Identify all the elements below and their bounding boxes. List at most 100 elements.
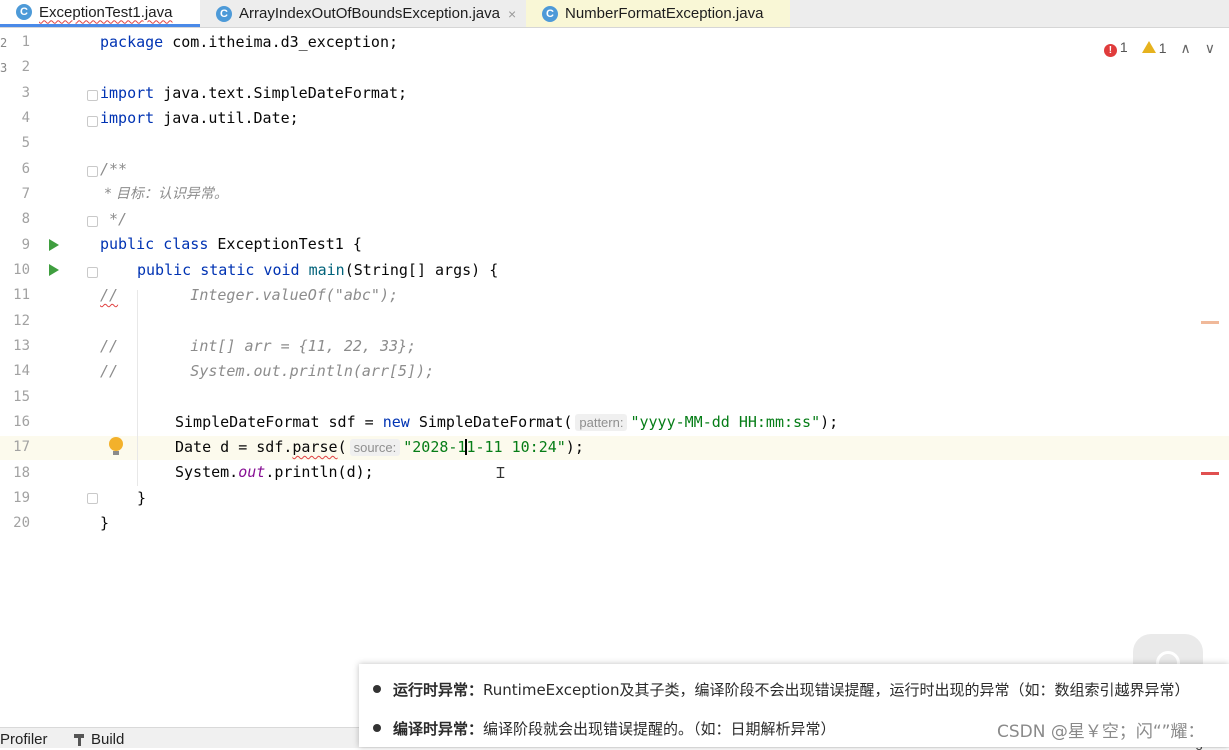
fold-marker-icon[interactable] — [87, 493, 98, 504]
scrollbar-error-mark[interactable] — [1201, 472, 1219, 475]
lightbulb-icon[interactable] — [109, 437, 123, 455]
line-number: 6 — [21, 161, 30, 177]
line-number: 13 — [13, 338, 30, 354]
watermark: CSDN @星￥空；闪“”耀： — [997, 722, 1205, 742]
string-literal: "2028-1 — [403, 438, 467, 456]
caption-row: 编译时异常：编译阶段就会出现错误提醒的。（如：日期解析异常） — [373, 718, 836, 739]
code-line-17[interactable]: Date d = sdf.parse(source: "2028-11-11 10… — [175, 437, 584, 458]
warning-count[interactable]: 1 — [1141, 40, 1167, 56]
error-count[interactable]: ! 1 — [1103, 39, 1128, 57]
code-line-4[interactable]: import java.util.Date; — [100, 108, 299, 128]
line-number: 1 — [21, 34, 30, 50]
line-number: 4 — [21, 110, 30, 126]
code-text: System. — [175, 463, 239, 481]
code-text: java.util.Date; — [154, 109, 299, 127]
line-number: 2 — [21, 59, 30, 75]
fold-marker-icon[interactable] — [87, 267, 98, 278]
build-tool-button[interactable]: Build — [74, 731, 124, 748]
string-literal: 1-11 10:24" — [466, 438, 566, 456]
tab-arrayindexoutofboundsexception[interactable]: C ArrayIndexOutOfBoundsException.java × — [200, 0, 526, 27]
line-number: 8 — [21, 211, 30, 227]
build-label: Build — [91, 731, 125, 748]
code-text: ); — [565, 438, 584, 456]
indent-guide — [137, 290, 138, 486]
line-number: 14 — [13, 363, 30, 379]
tab-exceptiontest1[interactable]: C ExceptionTest1.java — [0, 0, 200, 27]
line-number: 9 — [21, 237, 30, 253]
tab-label: ExceptionTest1.java — [39, 3, 173, 21]
method-name: main — [308, 261, 345, 279]
method-call: parse — [292, 438, 338, 456]
code-text: ExceptionTest1 { — [208, 235, 362, 253]
run-main-icon[interactable] — [49, 264, 59, 276]
line-number: 5 — [21, 135, 30, 151]
string-literal: "yyyy-MM-dd HH:mm:ss" — [630, 413, 821, 431]
code-line-11[interactable]: // Integer.valueOf("abc"); — [100, 285, 398, 305]
comment-prefix: // — [100, 362, 119, 380]
code-text: java.text.SimpleDateFormat; — [154, 84, 408, 102]
fold-marker-icon[interactable] — [87, 90, 98, 101]
keyword: import — [100, 109, 155, 127]
code-text: SimpleDateFormat sdf = — [175, 413, 383, 431]
code-line-7[interactable]: * 目标：认识异常。 — [100, 184, 227, 204]
hammer-icon — [74, 734, 86, 746]
warning-count-value: 1 — [1158, 40, 1167, 56]
keyword: public class — [100, 235, 209, 253]
code-line-14[interactable]: // System.out.println(arr[5]); — [100, 361, 434, 381]
run-class-icon[interactable] — [49, 239, 59, 251]
line-number: 12 — [13, 313, 30, 329]
code-text: .println(d); — [265, 463, 374, 481]
fold-marker-icon[interactable] — [87, 166, 98, 177]
warning-icon — [1141, 41, 1156, 53]
comment-prefix: // — [100, 286, 119, 304]
keyword: package — [100, 33, 164, 51]
comment-text: System.out.println(arr[5]); — [118, 362, 435, 380]
line-number: 16 — [13, 414, 30, 430]
caption-row: 运行时异常：RuntimeException及其子类，编译阶段不会出现错误提醒，… — [373, 679, 1190, 700]
side-mark: 3 — [0, 61, 8, 75]
code-text: SimpleDateFormat( — [409, 413, 573, 431]
fold-marker-icon[interactable] — [87, 116, 98, 127]
fold-marker-icon[interactable] — [87, 216, 98, 227]
code-text: (String[] args) { — [344, 261, 499, 279]
mouse-ibeam-cursor: Ｉ — [493, 464, 509, 482]
tab-label: ArrayIndexOutOfBoundsException.java — [239, 5, 500, 22]
line-number: 3 — [21, 85, 30, 101]
code-line-6[interactable]: /** — [100, 159, 127, 179]
code-line-19[interactable]: } — [137, 488, 146, 508]
chevron-up-icon[interactable]: ∧ — [1181, 40, 1191, 57]
scrollbar-warning-mark[interactable] — [1201, 321, 1219, 324]
keyword: import — [100, 84, 155, 102]
line-number: 15 — [13, 389, 30, 405]
code-line-1[interactable]: package com.itheima.d3_exception; — [100, 32, 398, 52]
profiler-tool-button[interactable]: Profiler — [0, 731, 48, 748]
static-field: out — [238, 463, 266, 481]
caption-title: 运行时异常： — [393, 681, 484, 699]
error-count-value: 1 — [1119, 39, 1128, 55]
code-text: Date d = sdf. — [175, 438, 293, 456]
code-line-10[interactable]: public static void main(String[] args) { — [137, 260, 498, 280]
code-line-18[interactable]: System.out.println(d); — [175, 462, 374, 482]
code-line-13[interactable]: // int[] arr = {11, 22, 33}; — [100, 336, 416, 356]
class-icon: C — [542, 5, 558, 22]
close-icon[interactable]: × — [508, 6, 516, 22]
keyword: public static void — [137, 261, 300, 279]
line-number: 7 — [21, 186, 30, 202]
code-line-9[interactable]: public class ExceptionTest1 { — [100, 234, 362, 254]
parameter-hint: pattern: — [575, 414, 628, 431]
caption-title: 编译时异常： — [393, 720, 484, 738]
code-line-3[interactable]: import java.text.SimpleDateFormat; — [100, 83, 407, 103]
tab-numberformatexception[interactable]: C NumberFormatException.java — [526, 0, 790, 27]
chevron-down-icon[interactable]: ∨ — [1205, 40, 1215, 57]
code-line-16[interactable]: SimpleDateFormat sdf = new SimpleDateFor… — [175, 412, 838, 433]
caption-text: 编译阶段就会出现错误提醒的。（如：日期解析异常） — [483, 720, 836, 738]
keyword: new — [382, 413, 410, 431]
line-number: 19 — [13, 490, 30, 506]
code-text: ( — [337, 438, 347, 456]
bullet-icon — [373, 685, 381, 693]
caption-text: RuntimeException及其子类，编译阶段不会出现错误提醒，运行时出现的… — [483, 681, 1190, 699]
line-number: 20 — [13, 515, 30, 531]
code-line-20[interactable]: } — [100, 513, 109, 533]
inspection-widget[interactable]: ! 1 1 ∧ ∨ — [1103, 38, 1215, 58]
code-line-8[interactable]: */ — [100, 209, 127, 229]
